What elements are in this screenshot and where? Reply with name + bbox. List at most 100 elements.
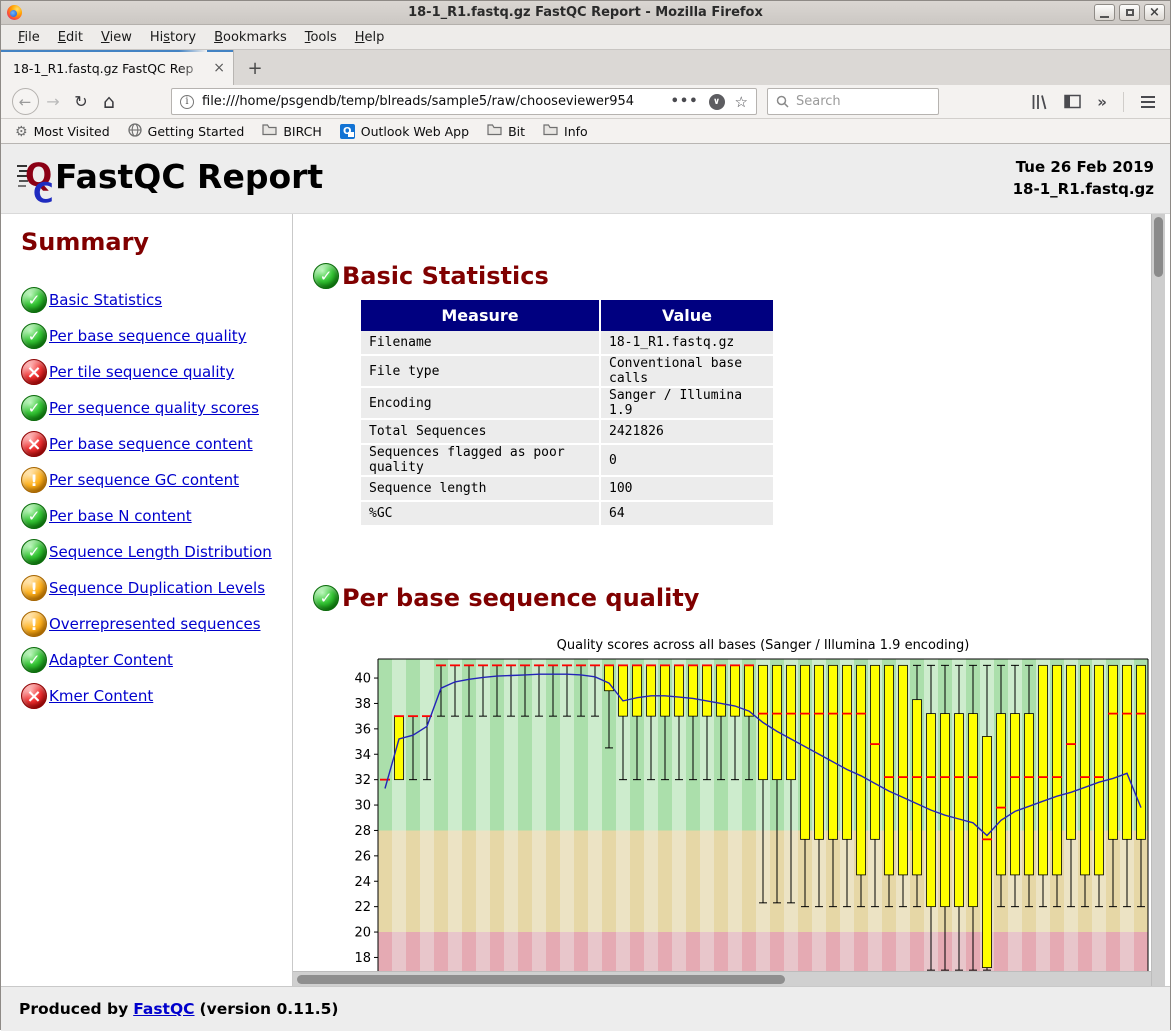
- pass-icon: ✓: [21, 395, 47, 421]
- home-icon: ⌂: [103, 91, 115, 113]
- table-row: Filename 18-1_R1.fastq.gz: [361, 331, 773, 356]
- value-header: Value: [601, 300, 773, 331]
- summary-link[interactable]: Basic Statistics: [49, 291, 162, 309]
- bookmark-star-icon[interactable]: ☆: [735, 93, 748, 111]
- summary-item: ! Overrepresented sequences: [1, 606, 292, 642]
- summary-item: ✓ Adapter Content: [1, 642, 292, 678]
- library-icon[interactable]: [1031, 94, 1048, 110]
- warn-icon: !: [21, 467, 47, 493]
- summary-item: ! Per sequence GC content: [1, 462, 292, 498]
- close-button[interactable]: ×: [1144, 4, 1165, 21]
- fastqc-link[interactable]: FastQC: [133, 1000, 194, 1018]
- table-row: Sequences flagged as poor quality 0: [361, 445, 773, 477]
- table-row: File type Conventional base calls: [361, 356, 773, 388]
- page-body: Summary ✓ Basic Statistics ✓ Per base se…: [1, 214, 1170, 986]
- svg-text:38: 38: [354, 697, 371, 712]
- summary-link[interactable]: Per base N content: [49, 507, 192, 525]
- summary-item: ✓ Basic Statistics: [1, 282, 292, 318]
- menu-item[interactable]: Edit: [49, 30, 92, 45]
- svg-text:26: 26: [354, 849, 371, 864]
- back-button[interactable]: ←: [12, 88, 39, 115]
- value-cell: 64: [601, 502, 773, 527]
- page-title: FastQC Report: [55, 157, 323, 196]
- page-info-icon[interactable]: i: [180, 95, 194, 109]
- svg-text:18: 18: [354, 951, 371, 966]
- reload-button[interactable]: ↻: [67, 88, 95, 116]
- bookmark-item[interactable]: Getting Started: [128, 123, 245, 140]
- search-icon: [776, 95, 789, 108]
- horizontal-scrollbar[interactable]: [293, 971, 1165, 986]
- svg-text:32: 32: [354, 773, 371, 788]
- summary-item: ! Sequence Duplication Levels: [1, 570, 292, 606]
- bookmark-item[interactable]: Bit: [487, 123, 525, 139]
- maximize-icon: [1126, 9, 1134, 16]
- minimize-button[interactable]: [1094, 4, 1115, 21]
- menu-item[interactable]: History: [141, 30, 205, 45]
- page-actions-icon[interactable]: •••: [671, 94, 699, 109]
- search-input[interactable]: Search: [767, 88, 939, 115]
- menu-item[interactable]: Help: [346, 30, 394, 45]
- footer-suffix: (version 0.11.5): [200, 1000, 339, 1018]
- maximize-button[interactable]: [1119, 4, 1140, 21]
- forward-button[interactable]: →: [39, 88, 67, 116]
- bookmark-item[interactable]: BIRCH: [262, 123, 321, 139]
- bookmark-item[interactable]: O Outlook Web App: [340, 124, 469, 139]
- per-base-quality-heading: ✓ Per base sequence quality: [313, 584, 699, 612]
- report-main: ✓ Basic Statistics Measure Value Filenam…: [293, 214, 1151, 986]
- menu-item[interactable]: File: [9, 30, 49, 45]
- pass-icon: ✓: [21, 539, 47, 565]
- url-text[interactable]: file:///home/psgendb/temp/blreads/sample…: [202, 94, 665, 109]
- summary-link[interactable]: Per base sequence quality: [49, 327, 247, 345]
- vertical-scrollbar[interactable]: [1151, 214, 1165, 986]
- summary-link[interactable]: Overrepresented sequences: [49, 615, 261, 633]
- summary-link[interactable]: Adapter Content: [49, 651, 173, 669]
- back-arrow-icon: ←: [19, 93, 32, 111]
- pass-icon: ✓: [21, 323, 47, 349]
- home-button[interactable]: ⌂: [95, 88, 123, 116]
- new-tab-button[interactable]: +: [241, 54, 269, 82]
- measure-header: Measure: [361, 300, 601, 331]
- table-row: Total Sequences 2421826: [361, 420, 773, 445]
- table-row: Encoding Sanger / Illumina 1.9: [361, 388, 773, 420]
- search-placeholder: Search: [796, 94, 841, 109]
- summary-item: × Per tile sequence quality: [1, 354, 292, 390]
- horizontal-scrollbar-thumb[interactable]: [297, 975, 785, 984]
- tab-title: 18-1_R1.fastq.gz FastQC Rep: [13, 61, 193, 76]
- report-filename: 18-1_R1.fastq.gz: [1013, 178, 1154, 200]
- summary-link[interactable]: Sequence Length Distribution: [49, 543, 272, 561]
- menu-item[interactable]: Tools: [296, 30, 346, 45]
- summary-link[interactable]: Per sequence GC content: [49, 471, 239, 489]
- report-header: Q C FastQC Report Tue 26 Feb 2019 18-1_R…: [1, 144, 1170, 214]
- bookmark-item[interactable]: ⚙ Most Visited: [15, 124, 110, 139]
- summary-link[interactable]: Sequence Duplication Levels: [49, 579, 265, 597]
- menu-item[interactable]: View: [92, 30, 141, 45]
- sidebar-toggle-icon[interactable]: [1064, 94, 1081, 109]
- folder-icon: [262, 123, 277, 136]
- basic-statistics-heading: ✓ Basic Statistics: [313, 262, 549, 290]
- overflow-menu-icon[interactable]: »: [1097, 93, 1107, 111]
- summary-link[interactable]: Per sequence quality scores: [49, 399, 259, 417]
- tab-close-icon[interactable]: ×: [213, 60, 225, 76]
- gear-icon: ⚙: [15, 124, 28, 140]
- pass-icon: ✓: [21, 647, 47, 673]
- fail-icon: ×: [21, 359, 47, 385]
- summary-link[interactable]: Kmer Content: [49, 687, 153, 705]
- window-title: 18-1_R1.fastq.gz FastQC Report - Mozilla…: [1, 5, 1170, 20]
- table-row: Sequence length 100: [361, 477, 773, 502]
- url-bar[interactable]: i file:///home/psgendb/temp/blreads/samp…: [171, 88, 757, 115]
- svg-text:C: C: [33, 176, 54, 204]
- summary-sidebar: Summary ✓ Basic Statistics ✓ Per base se…: [1, 214, 293, 986]
- menu-item[interactable]: Bookmarks: [205, 30, 296, 45]
- svg-text:34: 34: [354, 748, 371, 763]
- pocket-icon[interactable]: ∨: [709, 94, 725, 110]
- hamburger-menu-icon[interactable]: [1140, 95, 1156, 109]
- pass-icon: ✓: [313, 263, 339, 289]
- summary-link[interactable]: Per tile sequence quality: [49, 363, 234, 381]
- bookmark-item[interactable]: Info: [543, 123, 588, 139]
- fastqc-logo-icon: Q C: [17, 156, 59, 204]
- browser-tab[interactable]: 18-1_R1.fastq.gz FastQC Rep ×: [1, 50, 234, 86]
- summary-link[interactable]: Per base sequence content: [49, 435, 253, 453]
- vertical-scrollbar-thumb[interactable]: [1154, 217, 1163, 277]
- table-header-row: Measure Value: [361, 300, 773, 331]
- footer-prefix: Produced by: [19, 1000, 128, 1018]
